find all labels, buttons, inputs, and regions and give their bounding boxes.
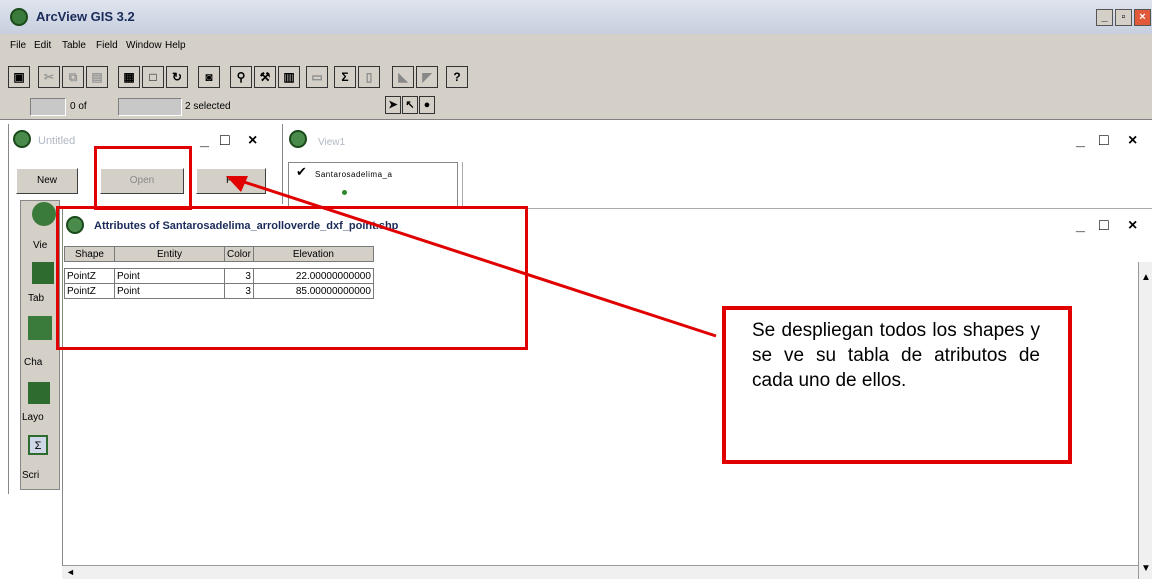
project-title: Untitled [38, 135, 76, 147]
view-maximize[interactable]: □ [1099, 132, 1109, 150]
close-button[interactable]: × [1134, 9, 1151, 26]
new-label: New [36, 175, 57, 186]
doc-views[interactable]: Vie [33, 240, 47, 251]
save-icon[interactable]: ▣ [8, 66, 30, 88]
layer-checkbox[interactable]: ✔ [296, 164, 307, 180]
scroll-down-arrow-icon[interactable]: ▼ [1141, 563, 1151, 574]
select-none-icon[interactable]: □ [142, 66, 164, 88]
app-title: ArcView GIS 3.2 [36, 9, 135, 24]
switch-selection-icon[interactable]: ↻ [166, 66, 188, 88]
project-icon [13, 130, 31, 148]
calculate-icon[interactable]: ▭ [306, 66, 328, 88]
selected-count-box [118, 98, 182, 116]
pointer-tool-icon[interactable]: ➤ [385, 96, 401, 114]
join-icon[interactable]: ◤ [416, 66, 438, 88]
project-close[interactable]: × [248, 132, 257, 150]
selected-count: 2 selected [185, 101, 231, 112]
layouts-icon[interactable] [28, 382, 50, 404]
print-button[interactable]: Pr [196, 168, 266, 194]
layer-point-symbol [342, 190, 347, 195]
help-icon[interactable]: ? [446, 66, 468, 88]
tables-icon[interactable] [32, 262, 54, 284]
find-icon[interactable]: ⚲ [230, 66, 252, 88]
print-label: Pr [226, 175, 236, 186]
scroll-up-arrow-icon[interactable]: ▲ [1141, 272, 1151, 283]
paste-icon[interactable]: ▤ [86, 66, 108, 88]
scroll-left-arrow-icon[interactable]: ◄ [66, 567, 75, 577]
identify-tool-icon[interactable]: ● [419, 96, 435, 114]
sort-icon[interactable]: ▯ [358, 66, 380, 88]
new-button[interactable]: New [16, 168, 78, 194]
attributes-maximize[interactable]: □ [1099, 217, 1109, 235]
menu-field[interactable]: Field [96, 40, 118, 51]
attributes-minimize[interactable]: _ [1076, 217, 1085, 235]
project-minimize[interactable]: _ [200, 132, 209, 150]
view-map-canvas[interactable] [462, 162, 1150, 208]
app-titlebar [0, 0, 1152, 34]
attributes-close[interactable]: × [1128, 217, 1137, 235]
views-icon[interactable] [32, 202, 56, 226]
callout-text: Se despliegan todos los shapes y se ve s… [752, 320, 1040, 391]
view-minimize[interactable]: _ [1076, 132, 1085, 150]
record-count: 0 of [70, 101, 87, 112]
scripts-icon[interactable]: Σ [28, 435, 48, 455]
menu-table[interactable]: Table [62, 40, 86, 51]
statistics-icon[interactable]: Σ [334, 66, 356, 88]
charts-icon[interactable] [28, 316, 52, 340]
horizontal-scrollbar[interactable] [62, 565, 1138, 579]
menu-window[interactable]: Window [126, 40, 162, 51]
chart-icon[interactable]: ◣ [392, 66, 414, 88]
view-close[interactable]: × [1128, 132, 1137, 150]
cut-icon[interactable]: ✂ [38, 66, 60, 88]
select-all-icon[interactable]: ▦ [118, 66, 140, 88]
promote-icon[interactable]: ▥ [278, 66, 300, 88]
menu-edit[interactable]: Edit [34, 40, 51, 51]
edit-tool-icon[interactable]: ↖ [402, 96, 418, 114]
project-maximize[interactable]: □ [220, 132, 230, 150]
doc-charts[interactable]: Cha [24, 357, 42, 368]
callout-box: Se despliegan todos los shapes y se ve s… [722, 306, 1072, 464]
doc-layouts[interactable]: Layo [22, 412, 44, 423]
table-of-contents [288, 162, 458, 208]
arcview-logo-icon [10, 8, 28, 26]
menu-file[interactable]: File [10, 40, 26, 51]
view-icon [289, 130, 307, 148]
layer-name[interactable]: Santarosadelima_a [315, 170, 392, 179]
copy-icon[interactable]: ⧉ [62, 66, 84, 88]
restore-button[interactable]: ▫ [1115, 9, 1132, 26]
menu-help[interactable]: Help [165, 40, 186, 51]
summarize-icon[interactable]: ◙ [198, 66, 220, 88]
minimize-button[interactable]: _ [1096, 9, 1113, 26]
vertical-scrollbar[interactable] [1138, 262, 1152, 579]
doc-scripts[interactable]: Scri [22, 470, 39, 481]
highlight-attributes-table [56, 206, 528, 350]
highlight-open-button [94, 146, 192, 210]
view-title: View1 [318, 137, 346, 148]
doc-tables[interactable]: Tab [28, 293, 44, 304]
query-icon[interactable]: ⚒ [254, 66, 276, 88]
record-count-box [30, 98, 66, 116]
